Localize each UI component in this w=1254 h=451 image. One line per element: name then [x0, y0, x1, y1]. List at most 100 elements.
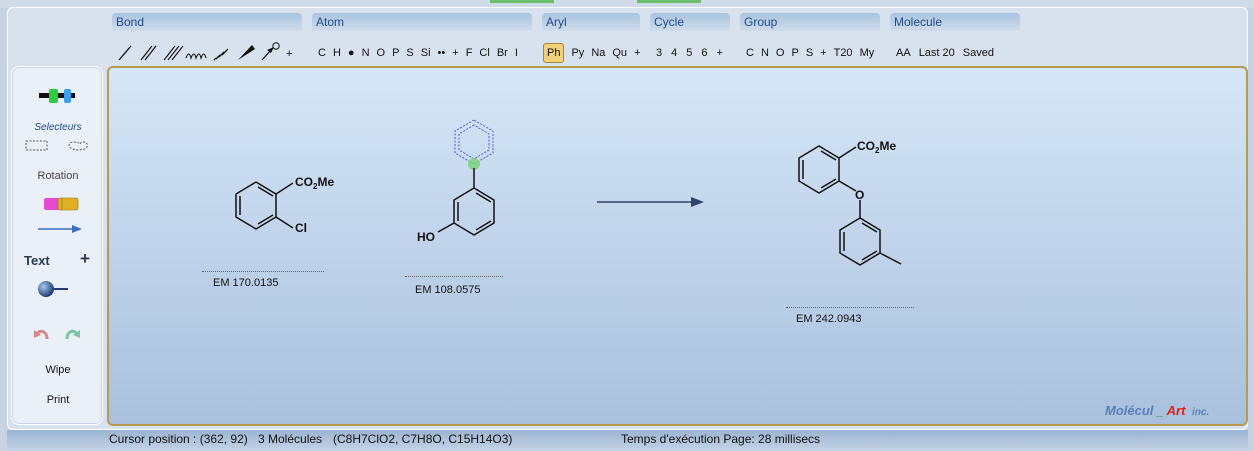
group-tool-7[interactable]: My [860, 46, 875, 60]
molecule-3-em: EM 242.0943 [796, 313, 862, 325]
molecule-2-attach-ring[interactable] [454, 119, 494, 165]
bond-tools: + [116, 40, 306, 66]
status-bar: Cursor position : (362, 92) 3 Molécules … [7, 430, 1248, 451]
atom-tool-3[interactable]: N [362, 46, 370, 60]
atom-tool-2[interactable]: ● [348, 46, 355, 60]
undo-icon[interactable] [32, 325, 52, 343]
cycle-tool-3[interactable]: 6 [701, 46, 707, 60]
drawing-canvas[interactable]: CO2Me Cl HO CO2Me O EM 170.0135 EM 108.0… [107, 66, 1248, 426]
rectangle-select-icon[interactable] [25, 140, 49, 152]
cycle-tool-1[interactable]: 4 [671, 46, 677, 60]
atom-tool-0[interactable]: C [318, 46, 326, 60]
wavy-bond-icon[interactable] [185, 53, 207, 60]
arrow-bond-icon[interactable] [261, 42, 280, 61]
atom-tool-11[interactable]: Cl [479, 46, 489, 60]
atom-tool-8[interactable]: •• [438, 46, 446, 60]
cycle-tool-0[interactable]: 3 [656, 46, 662, 60]
aryl-tool-1[interactable]: Py [571, 46, 584, 60]
tab-atom[interactable]: Atom [312, 13, 532, 31]
execution-time: Temps d'exécution Page: 28 millisecs [621, 432, 821, 446]
molecule-2-underline [405, 276, 503, 277]
sidebar: Selecteurs Rotation Text + Wipe Print [11, 66, 103, 425]
atom-pin-icon[interactable] [36, 279, 72, 299]
tab-group[interactable]: Group [740, 13, 880, 31]
molecule-3-linker: O [855, 188, 864, 202]
molecule-tool-0[interactable]: AA [896, 46, 911, 60]
atom-tool-4[interactable]: O [377, 46, 386, 60]
reaction-arrow[interactable] [597, 197, 704, 207]
aryl-tool-3[interactable]: Qu [612, 46, 627, 60]
molecule-tools: AA Last 20 Saved [896, 40, 994, 66]
atom-tool-13[interactable]: I [515, 46, 518, 60]
redo-icon[interactable] [62, 325, 82, 343]
double-bond-icon[interactable] [140, 45, 157, 61]
molecule-count: 3 Molécules [258, 432, 323, 446]
eraser-icon[interactable] [42, 195, 82, 213]
text-add-button[interactable]: + [80, 249, 90, 269]
bond-selector-icon[interactable] [37, 83, 77, 111]
molecule-2-em: EM 108.0575 [415, 284, 481, 296]
atom-tools: C H ● N O P S Si •• + F Cl Br I [318, 40, 518, 66]
bond-tool-icons [118, 42, 280, 61]
atom-tool-10[interactable]: F [466, 46, 473, 60]
group-tool-0[interactable]: C [746, 46, 754, 60]
selecteurs-label: Selecteurs [34, 122, 82, 133]
tab-molecule[interactable]: Molecule [890, 13, 1020, 31]
aryl-tools: Ph Py Na Qu + [543, 40, 641, 66]
text-tool-button[interactable]: Text [24, 253, 50, 268]
tab-cycle[interactable]: Cycle [650, 13, 730, 31]
atom-tool-9[interactable]: + [452, 46, 458, 60]
rotation-button[interactable]: Rotation [12, 170, 104, 182]
group-tool-6[interactable]: T20 [834, 46, 853, 60]
cycle-tool-2[interactable]: 5 [686, 46, 692, 60]
brand-part-1: Molécul [1105, 403, 1154, 418]
lasso-select-icon[interactable] [66, 139, 90, 153]
group-tool-5[interactable]: + [820, 46, 826, 60]
brand-part-2: Art [1166, 403, 1186, 418]
molecule-formulas: (C8H7ClO2, C7H8O, C15H14O3) [333, 432, 513, 446]
molecule-tool-2[interactable]: Saved [963, 46, 994, 60]
wipe-button[interactable]: Wipe [12, 364, 104, 376]
group-tool-2[interactable]: O [776, 46, 785, 60]
molecule-3-group-label: CO2Me [857, 139, 896, 155]
atom-tool-1[interactable]: H [333, 46, 341, 60]
reaction-arrow-icon[interactable] [36, 222, 84, 236]
tab-bond[interactable]: Bond [112, 13, 302, 31]
group-tools: C N O P S + T20 My [746, 40, 874, 66]
group-tool-1[interactable]: N [761, 46, 769, 60]
hashed-bond-icon[interactable] [213, 48, 229, 61]
molecule-3[interactable] [798, 145, 902, 266]
atom-tool-5[interactable]: P [392, 46, 399, 60]
molecule-2[interactable] [437, 168, 495, 236]
molecule-3-underline [786, 307, 914, 308]
aryl-tool-2[interactable]: Na [591, 46, 605, 60]
atom-tool-7[interactable]: Si [421, 46, 431, 60]
print-button[interactable]: Print [12, 394, 104, 406]
group-tool-4[interactable]: S [806, 46, 813, 60]
cursor-position: Cursor position : (362, 92) [109, 432, 248, 446]
brand-separator: _ [1156, 403, 1164, 418]
aryl-tool-4[interactable]: + [634, 46, 640, 60]
molecule-1[interactable] [235, 181, 294, 230]
single-bond-icon[interactable] [118, 45, 132, 61]
aryl-tool-0[interactable]: Ph [543, 43, 565, 63]
molecule-1-group-label: CO2Me [295, 175, 334, 191]
tab-aryl[interactable]: Aryl [542, 13, 640, 31]
molecule-1-substituent: Cl [295, 221, 307, 235]
triple-bond-icon[interactable] [163, 45, 184, 61]
bond-more-button[interactable]: + [286, 47, 292, 61]
brand-watermark: Molécul _ Art inc. [1105, 403, 1209, 418]
atom-tool-12[interactable]: Br [497, 46, 508, 60]
group-tool-3[interactable]: P [791, 46, 798, 60]
cycle-tools: 3 4 5 6 + [656, 40, 723, 66]
wedge-bond-icon[interactable] [238, 45, 255, 60]
molecule-2-substituent: HO [417, 230, 435, 244]
molecule-1-em: EM 170.0135 [213, 277, 279, 289]
brand-part-3: inc. [1192, 407, 1210, 418]
molecules-drawing: CO2Me Cl HO CO2Me O [235, 119, 902, 266]
top-indicator-left [490, 0, 554, 3]
cycle-tool-4[interactable]: + [717, 46, 723, 60]
molecule-tool-1[interactable]: Last 20 [919, 46, 955, 60]
top-indicator-right [637, 0, 701, 3]
atom-tool-6[interactable]: S [406, 46, 413, 60]
